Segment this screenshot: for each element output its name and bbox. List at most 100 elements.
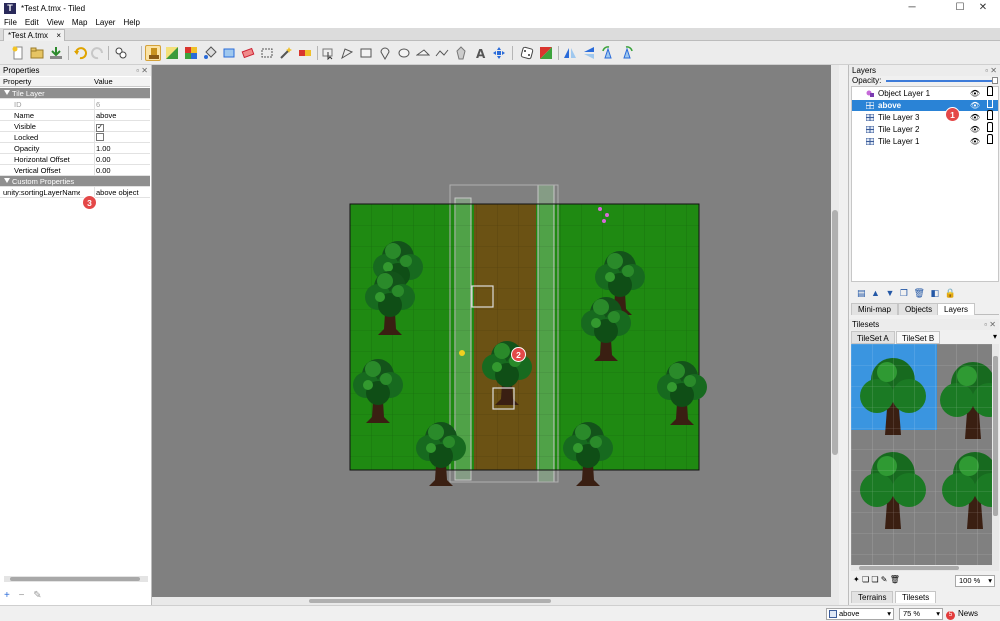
- close-tab-icon[interactable]: ×: [56, 30, 61, 41]
- map-canvas[interactable]: 2: [152, 65, 839, 605]
- insert-tile-icon[interactable]: [453, 45, 469, 61]
- open-file-icon[interactable]: [29, 45, 45, 61]
- export-tileset-icon[interactable]: ❏: [871, 575, 878, 584]
- tileset-view[interactable]: [851, 344, 999, 571]
- wang-fill-icon[interactable]: [538, 45, 554, 61]
- property-value[interactable]: above: [94, 110, 116, 121]
- magic-wand-icon[interactable]: [278, 45, 294, 61]
- property-value[interactable]: 1.00: [94, 143, 111, 154]
- canvas-vertical-scrollbar[interactable]: [831, 65, 839, 605]
- visibility-eye-icon[interactable]: 👁: [970, 88, 980, 99]
- select-objects-icon[interactable]: [320, 45, 336, 61]
- edit-polygons-icon[interactable]: [339, 45, 355, 61]
- tab-tileset-b[interactable]: TileSet B: [896, 331, 941, 344]
- menu-help[interactable]: Help: [119, 18, 143, 27]
- remove-property-icon[interactable]: −: [19, 590, 25, 601]
- current-layer-select[interactable]: above ▾: [826, 608, 894, 620]
- redo-icon[interactable]: [90, 45, 106, 61]
- lock-icon[interactable]: [987, 98, 993, 108]
- lock-icon[interactable]: [987, 110, 993, 120]
- tab-mini-map[interactable]: Mini-map: [851, 303, 898, 315]
- move-icon[interactable]: [491, 45, 507, 61]
- tab-objects[interactable]: Objects: [898, 303, 940, 315]
- visibility-eye-icon[interactable]: 👁: [970, 124, 980, 135]
- insert-polygon-icon[interactable]: [415, 45, 431, 61]
- new-file-icon[interactable]: [10, 45, 26, 61]
- opacity-slider-handle[interactable]: [992, 77, 998, 84]
- news-button[interactable]: 5 News: [945, 609, 978, 620]
- property-row-visible[interactable]: Visible ✓: [0, 121, 150, 132]
- stamp-brush-icon[interactable]: [145, 45, 161, 61]
- minimize-button[interactable]: ─: [895, 0, 929, 17]
- insert-point-icon[interactable]: [377, 45, 393, 61]
- duplicate-layer-icon[interactable]: ❐: [900, 288, 908, 298]
- rectangular-select-icon[interactable]: [259, 45, 275, 61]
- canvas-horizontal-scrollbar[interactable]: [152, 597, 831, 605]
- select-same-tile-icon[interactable]: [297, 45, 313, 61]
- visible-checkbox[interactable]: ✓: [96, 124, 104, 132]
- bucket-fill-icon[interactable]: [202, 45, 218, 61]
- undo-icon[interactable]: [72, 45, 88, 61]
- terrain-brush-icon[interactable]: [164, 45, 180, 61]
- random-mode-icon[interactable]: [113, 45, 137, 61]
- lower-layer-icon[interactable]: ▼: [885, 288, 894, 298]
- value-column-header[interactable]: Value: [94, 77, 113, 87]
- toggle-other-layers-icon[interactable]: ◧: [930, 288, 939, 298]
- property-value[interactable]: above object: [94, 187, 139, 198]
- save-icon[interactable]: [48, 45, 64, 61]
- properties-horizontal-scrollbar[interactable]: [4, 576, 148, 582]
- delete-tileset-icon[interactable]: 🗑: [890, 575, 900, 584]
- layer-row-object-layer-1[interactable]: Object Layer 1 👁: [852, 86, 998, 99]
- tileset-horizontal-scrollbar[interactable]: [851, 565, 992, 571]
- menu-edit[interactable]: Edit: [21, 18, 43, 27]
- wang-brush-icon[interactable]: [183, 45, 199, 61]
- property-row-locked[interactable]: Locked: [0, 132, 150, 143]
- random-tile-icon[interactable]: [519, 45, 535, 61]
- new-tileset-icon[interactable]: ✦: [853, 575, 860, 584]
- property-row-opacity[interactable]: Opacity 1.00: [0, 143, 150, 154]
- lock-other-layers-icon[interactable]: 🔒: [944, 288, 955, 298]
- locked-checkbox[interactable]: [96, 133, 104, 141]
- property-row-id[interactable]: ID 6: [0, 99, 150, 110]
- tab-tileset-a[interactable]: TileSet A: [851, 331, 895, 344]
- group-tile-layer[interactable]: Tile Layer: [0, 88, 150, 99]
- insert-text-icon[interactable]: A: [472, 45, 488, 61]
- layer-row-above[interactable]: above 👁: [852, 98, 998, 111]
- document-tab[interactable]: *Test A.tmx ×: [3, 29, 65, 41]
- new-layer-icon[interactable]: ▤: [857, 288, 866, 298]
- visibility-eye-icon[interactable]: 👁: [970, 136, 980, 147]
- opacity-slider[interactable]: [886, 80, 994, 82]
- flip-vertical-icon[interactable]: [581, 45, 597, 61]
- delete-layer-icon[interactable]: 🗑: [914, 288, 925, 298]
- tileset-zoom-select[interactable]: 100 % ▾: [955, 575, 995, 587]
- menu-layer[interactable]: Layer: [91, 18, 119, 27]
- tileset-vertical-scrollbar[interactable]: [992, 344, 999, 571]
- import-tileset-icon[interactable]: ❏: [862, 575, 869, 584]
- collapse-arrow-icon[interactable]: [4, 90, 10, 95]
- tab-layers[interactable]: Layers: [937, 303, 976, 315]
- menu-map[interactable]: Map: [68, 18, 92, 27]
- tileset-tabs-dropdown-icon[interactable]: ▾: [993, 332, 997, 341]
- flip-horizontal-icon[interactable]: [562, 45, 578, 61]
- dock-float-close-icon[interactable]: ▫ ✕: [136, 65, 148, 76]
- layer-row-tile-layer-3[interactable]: Tile Layer 3 👁: [852, 110, 998, 123]
- custom-property-row[interactable]: unity:sortingLayerName above object: [0, 187, 150, 198]
- menu-view[interactable]: View: [43, 18, 68, 27]
- lock-icon[interactable]: [987, 86, 993, 96]
- eraser-icon[interactable]: [240, 45, 256, 61]
- tab-tilesets[interactable]: Tilesets: [895, 591, 937, 603]
- collapse-arrow-icon[interactable]: [4, 178, 10, 183]
- property-value[interactable]: 0.00: [94, 154, 111, 165]
- raise-layer-icon[interactable]: ▲: [871, 288, 880, 298]
- visibility-eye-icon[interactable]: 👁: [970, 100, 980, 111]
- tab-terrains[interactable]: Terrains: [851, 591, 894, 603]
- property-row-vertical-offset[interactable]: Vertical Offset 0.00: [0, 165, 150, 176]
- insert-ellipse-icon[interactable]: [396, 45, 412, 61]
- add-property-icon[interactable]: +: [4, 590, 10, 601]
- dock-float-close-icon[interactable]: ▫ ✕: [985, 65, 997, 76]
- shape-fill-icon[interactable]: [221, 45, 237, 61]
- insert-polyline-icon[interactable]: [434, 45, 450, 61]
- map-view[interactable]: [152, 65, 831, 597]
- property-value[interactable]: 0.00: [94, 165, 111, 176]
- close-button[interactable]: ✕: [966, 0, 1000, 17]
